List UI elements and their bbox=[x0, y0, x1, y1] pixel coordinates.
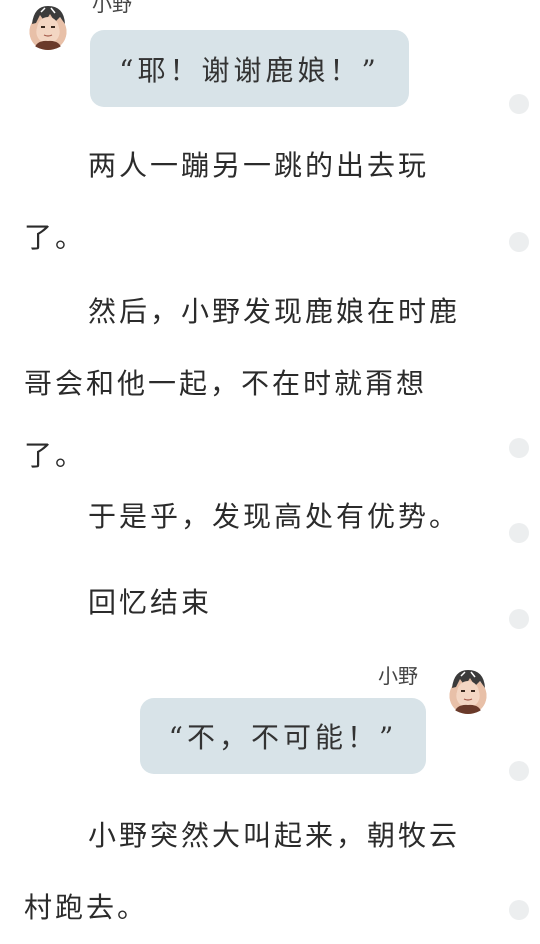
speaker-name-top: 小野 bbox=[92, 0, 132, 16]
comment-dot-icon[interactable] bbox=[509, 900, 529, 920]
comment-dot-icon[interactable] bbox=[509, 94, 529, 114]
speaker-name-middle: 小野 bbox=[378, 664, 418, 688]
comment-dot-icon[interactable] bbox=[509, 761, 529, 781]
paragraph-1: 两人一蹦另一跳的出去玩了。 bbox=[24, 149, 430, 254]
character-portrait-icon bbox=[32, 6, 65, 50]
comment-dot-icon[interactable] bbox=[509, 232, 529, 252]
paragraph-4: 回忆结束 bbox=[88, 586, 213, 619]
comment-dot-icon[interactable] bbox=[509, 438, 529, 458]
character-portrait-icon bbox=[452, 670, 485, 714]
chat-bubble-middle[interactable]: “不，不可能！” bbox=[140, 698, 426, 774]
paragraph-2: 然后，小野发现鹿娘在时鹿哥会和他一起，不在时就甭想了。 bbox=[24, 295, 461, 472]
paragraph-3: 于是乎，发现高处有优势。 bbox=[88, 500, 461, 533]
chat-bubble-top[interactable]: “耶！谢谢鹿娘！” bbox=[90, 30, 409, 107]
avatar-top[interactable] bbox=[24, 2, 72, 50]
paragraph-5: 小野突然大叫起来，朝牧云村跑去。 bbox=[24, 819, 461, 924]
avatar-middle[interactable] bbox=[444, 666, 492, 714]
comment-dot-icon[interactable] bbox=[509, 609, 529, 629]
comment-dot-icon[interactable] bbox=[509, 523, 529, 543]
